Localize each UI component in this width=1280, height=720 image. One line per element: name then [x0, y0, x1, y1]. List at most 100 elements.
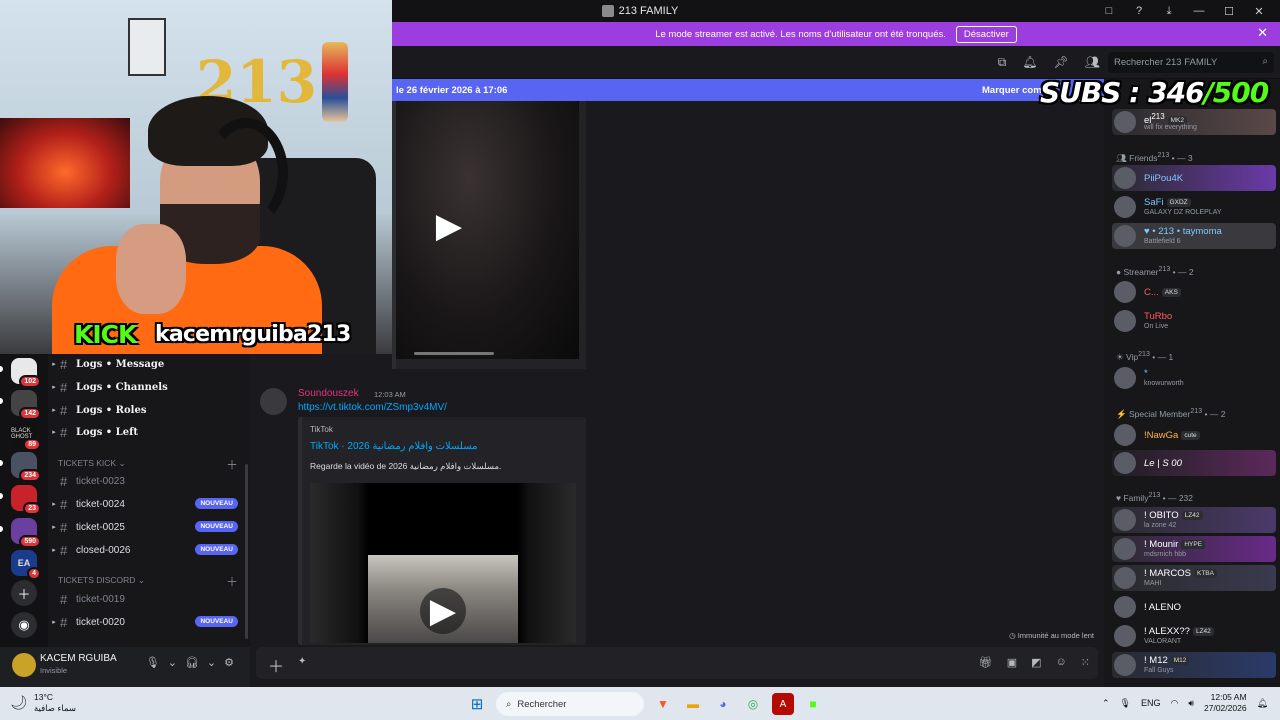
close-button[interactable]: ✕ [1244, 5, 1274, 18]
language-indicator[interactable]: ENG [1141, 698, 1161, 708]
brave-icon[interactable]: ▼ [652, 693, 674, 715]
play-icon[interactable]: ▶ [420, 588, 466, 634]
chevron-down-icon[interactable]: ⌄ [207, 656, 216, 669]
message-composer[interactable]: ＋ ✦ 🎁︎ ▣ ◩ ☺ ⁙ [256, 647, 1098, 679]
channel-item[interactable]: ▸ # Logs • Roles [48, 400, 248, 420]
taskbar-search[interactable]: ⌕ Rechercher [496, 692, 644, 716]
member-item[interactable]: ! Mounir HYPE mdsrnich hbb [1112, 536, 1276, 562]
channel-item[interactable]: # ticket-0023 [48, 471, 248, 491]
maximize-button[interactable]: ☐ [1214, 5, 1244, 18]
pin-icon[interactable]: 📌︎ [1054, 55, 1069, 70]
add-server-icon[interactable]: ＋ [11, 580, 37, 606]
apps-grid-icon[interactable]: ⁙ [1081, 656, 1090, 669]
kick-app-icon[interactable]: ■ [802, 693, 824, 715]
disable-streamer-button[interactable]: Désactiver [955, 25, 1017, 43]
clock[interactable]: 12:05 AM 27/02/2026 [1204, 692, 1247, 714]
gif-icon[interactable]: ▣ [1007, 656, 1017, 669]
help-icon[interactable]: ? [1124, 5, 1154, 17]
unread-pip [0, 526, 3, 532]
member-item[interactable]: * knowurworth [1112, 365, 1276, 391]
video-progress-bar[interactable] [414, 352, 494, 355]
server-icon[interactable]: 142 [11, 390, 41, 420]
member-item[interactable]: ! MARCOS KTBA MAHI [1112, 565, 1276, 591]
play-icon[interactable]: ▶ [426, 203, 472, 249]
acrobat-icon[interactable]: A [772, 693, 794, 715]
discover-icon[interactable]: ◉ [11, 612, 37, 638]
member-item[interactable]: ! OBITO LZ42 la zone 42 [1112, 507, 1276, 533]
apps-icon[interactable]: ✦ [298, 656, 306, 667]
gift-icon[interactable]: 🎁︎ [979, 656, 993, 669]
scrollbar[interactable] [245, 464, 248, 639]
server-icon[interactable]: 590 [11, 518, 41, 548]
member-item[interactable]: C... AKS [1112, 279, 1276, 305]
category-tickets-kick[interactable]: TICKETS KICK ⌄ ＋ [58, 458, 244, 472]
member-item[interactable]: ! M12 M12 Fall Guys [1112, 652, 1276, 678]
folder-icon[interactable]: ▬ [682, 693, 704, 715]
member-item[interactable]: Le | S 00 [1112, 450, 1276, 476]
inbox-icon[interactable]: □ [1094, 5, 1124, 17]
channel-item[interactable]: ▸ # ticket-0025 NOUVEAU [48, 517, 248, 537]
close-icon[interactable]: ✕ [1257, 25, 1268, 41]
member-item[interactable]: PiiPou4K [1112, 165, 1276, 191]
emoji-icon[interactable]: ☺ [1056, 656, 1067, 669]
member-name: ! M12 M12 [1144, 655, 1190, 666]
channel-item[interactable]: ▸ # Logs • Message [48, 354, 248, 374]
server-icon[interactable]: BLACK GHOST 89 [11, 421, 41, 451]
category-label: TICKETS DISCORD [58, 575, 136, 585]
headphones-icon[interactable]: 🎧︎ [185, 656, 199, 669]
server-icon[interactable]: 234 [11, 452, 41, 482]
notification-icon[interactable]: 🔔︎ [1257, 698, 1268, 709]
volume-icon[interactable]: 🔊︎ [1188, 698, 1194, 709]
streamer-mode-banner: Le mode streamer est activé. Les noms d'… [392, 22, 1280, 46]
avatar[interactable] [260, 388, 287, 415]
threads-icon[interactable]: ⧉ [998, 55, 1007, 70]
group-count: — 232 [1167, 492, 1194, 503]
channel-item[interactable]: ▸ # ticket-0024 NOUVEAU [48, 494, 248, 514]
channel-item[interactable]: ▸ # Logs • Channels [48, 377, 248, 397]
video-thumbnail [396, 101, 579, 359]
member-item[interactable]: ! ALEXX?? LZ42 VALORANT [1112, 623, 1276, 649]
message-author[interactable]: Soundouszek [298, 388, 359, 399]
member-item[interactable]: SaFi GXDZ GALAXY DZ ROLEPLAY [1112, 194, 1276, 220]
chrome-icon[interactable]: ◎ [742, 693, 764, 715]
server-icon[interactable]: EA 4 [11, 550, 41, 580]
server-icon[interactable]: 102 [11, 358, 41, 388]
username[interactable]: KACEM RGUIBA [40, 653, 117, 664]
add-attachment-icon[interactable]: ＋ [268, 653, 284, 677]
bell-icon[interactable]: 🔔︎ [1022, 55, 1037, 70]
microphone-icon[interactable]: 🎙︎ [1120, 698, 1131, 709]
member-item[interactable]: !NawGa cute [1112, 422, 1276, 448]
embed-video[interactable]: ▶ [310, 483, 576, 643]
member-item[interactable]: TuRbo On Live [1112, 308, 1276, 334]
channel-item[interactable]: ▸ # Logs • Left [48, 422, 248, 442]
search-input[interactable]: Rechercher 213 FAMILY ⌕ [1108, 52, 1274, 73]
member-group-header: ♥ Family213 • — 232 [1116, 491, 1194, 503]
avatar[interactable] [12, 653, 36, 677]
member-item[interactable]: ! ALENO [1112, 594, 1276, 620]
chevron-up-icon[interactable]: ⌃ [1102, 698, 1110, 709]
channel-item[interactable]: ▸ # closed-0026 NOUVEAU [48, 540, 248, 560]
server-icon[interactable]: 23 [11, 485, 41, 515]
channel-item[interactable]: ▸ # ticket-0020 NOUVEAU [48, 612, 248, 632]
microphone-icon[interactable]: 🎙︎ [146, 656, 160, 669]
download-icon[interactable]: ⤓ [1154, 5, 1184, 18]
member-item[interactable]: el213 MK2 will fix everything [1112, 109, 1276, 135]
member-activity: will fix everything [1144, 124, 1197, 131]
new-messages-bar[interactable]: le 26 février 2026 à 17:06 Marquer comme [392, 79, 1104, 101]
wifi-icon[interactable]: ◠ [1170, 698, 1178, 709]
add-channel-icon[interactable]: ＋ [226, 573, 238, 590]
category-tickets-discord[interactable]: TICKETS DISCORD ⌄ ＋ [58, 575, 244, 589]
minimize-button[interactable]: — [1184, 5, 1214, 17]
members-icon[interactable]: 👥︎ [1085, 55, 1100, 70]
message-link[interactable]: https://vt.tiktok.com/ZSmp3v4MV/ [298, 402, 447, 413]
member-item[interactable]: ♥ • 213 • taymoma Battlefield 6 [1112, 223, 1276, 249]
sticker-icon[interactable]: ◩ [1031, 656, 1041, 669]
embed-title[interactable]: TikTok · 2026 مسلسلات وافلام رمضانية [310, 441, 478, 452]
chevron-down-icon[interactable]: ⌄ [168, 656, 177, 669]
start-icon[interactable]: ⊞ [466, 693, 488, 715]
video-player[interactable]: ▶ [396, 101, 579, 359]
channel-item[interactable]: # ticket-0019 [48, 589, 248, 609]
avatar [1114, 567, 1136, 589]
discord-icon[interactable]: ◕ [712, 693, 734, 715]
gear-icon[interactable]: ⚙ [224, 656, 234, 669]
